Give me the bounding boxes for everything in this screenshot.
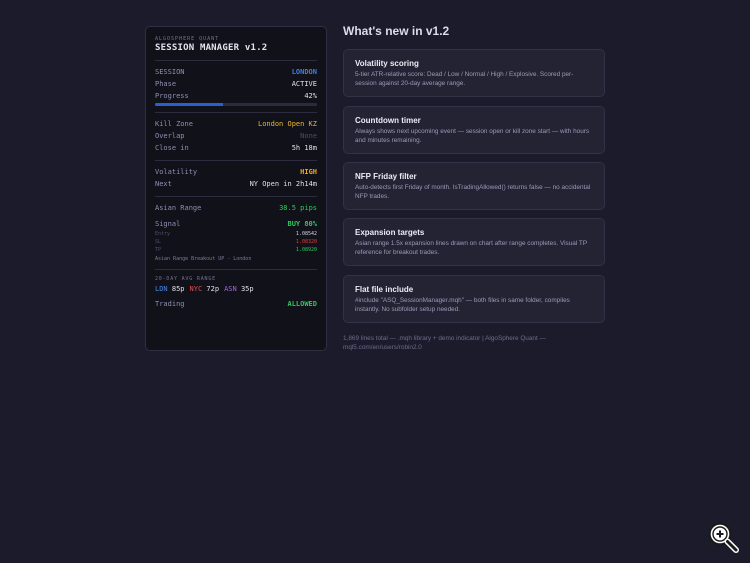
next-value: NY Open in 2h14m bbox=[249, 180, 317, 188]
divider bbox=[155, 196, 317, 197]
session-value: LONDON bbox=[291, 68, 317, 76]
feature-description: #include "ASQ_SessionManager.mqh" — both… bbox=[355, 297, 570, 313]
feature-title: NFP Friday filter bbox=[355, 172, 417, 181]
phase-value: ACTIVE bbox=[291, 80, 317, 88]
session-row: SESSION LONDON bbox=[155, 66, 317, 78]
tp-label: TP bbox=[155, 247, 162, 253]
panel-brand: ALGOSPHERE QUANT bbox=[155, 36, 220, 42]
overlap-label: Overlap bbox=[155, 132, 185, 140]
signal-value: BUY 80% bbox=[287, 220, 317, 228]
entry-row: Entry 1.08542 bbox=[155, 230, 317, 238]
progress-bar-fill bbox=[155, 103, 224, 106]
zoom-in-button[interactable] bbox=[706, 520, 740, 554]
feature-description: Always shows next upcoming event — sessi… bbox=[355, 128, 590, 144]
divider bbox=[155, 269, 317, 270]
trading-label: Trading bbox=[155, 300, 185, 308]
session-label: SESSION bbox=[155, 68, 185, 76]
feature-description: Asian range 1.5x expansion lines drawn o… bbox=[355, 240, 587, 256]
trading-row: Trading ALLOWED bbox=[155, 298, 317, 310]
session-manager-panel: ALGOSPHERE QUANT SESSION MANAGER v1.2 SE… bbox=[145, 26, 327, 351]
feature-description: Auto-detects first Friday of month. IsTr… bbox=[355, 184, 591, 200]
feature-title: Expansion targets bbox=[355, 228, 425, 237]
killzone-row: Kill Zone London Open KZ bbox=[155, 118, 317, 130]
progress-row: Progress 42% bbox=[155, 90, 317, 102]
divider bbox=[155, 160, 317, 161]
avg-tag-asn: ASN bbox=[224, 285, 237, 293]
progress-label: Progress bbox=[155, 92, 189, 100]
killzone-label: Kill Zone bbox=[155, 120, 193, 128]
avg-val-nyc: 72p bbox=[206, 285, 220, 293]
feature-card-include: Flat file include #include "ASQ_SessionM… bbox=[343, 275, 605, 323]
footer-note: 1,869 lines total — .mqh library + demo … bbox=[343, 335, 546, 351]
closein-label: Close in bbox=[155, 144, 189, 152]
feature-title: Flat file include bbox=[355, 285, 414, 294]
entry-value: 1.08542 bbox=[295, 231, 317, 237]
overlap-value: None bbox=[300, 132, 317, 140]
avg-range-newyork: NYC 72p bbox=[190, 283, 220, 295]
avg-range-london: LDN 85p bbox=[155, 283, 185, 295]
entry-label: Entry bbox=[155, 231, 171, 237]
sl-row: SL 1.08320 bbox=[155, 238, 317, 246]
panel-title: SESSION MANAGER v1.2 bbox=[155, 43, 268, 53]
feature-title: Volatility scoring bbox=[355, 59, 419, 68]
avg-tag-nyc: NYC bbox=[189, 285, 203, 293]
zoom-in-icon bbox=[708, 522, 739, 553]
avg-val-asn: 35p bbox=[240, 285, 254, 293]
signal-note: Asian Range Breakout UP - London bbox=[155, 256, 252, 262]
tp-row: TP 1.08920 bbox=[155, 246, 317, 254]
sl-label: SL bbox=[155, 239, 162, 245]
avg-range-asia: ASN 35p bbox=[224, 283, 254, 295]
progress-value: 42% bbox=[304, 92, 317, 100]
closein-row: Close in 5h 18m bbox=[155, 142, 317, 154]
sl-value: 1.08320 bbox=[295, 239, 317, 245]
volatility-row: Volatility HIGH bbox=[155, 166, 317, 178]
volatility-value: HIGH bbox=[300, 168, 317, 176]
phase-label: Phase bbox=[155, 80, 177, 88]
avg-val-ldn: 85p bbox=[171, 285, 185, 293]
avg-range-header: 20-DAY AVG RANGE bbox=[155, 276, 216, 282]
asian-range-row: Asian Range 38.5 pips bbox=[155, 202, 317, 214]
divider bbox=[155, 60, 317, 61]
avg-range-row: LDN 85p NYC 72p ASN 35p bbox=[155, 283, 317, 295]
feature-description: 5-tier ATR-relative score: Dead / Low / … bbox=[355, 71, 574, 87]
overlap-row: Overlap None bbox=[155, 130, 317, 142]
feature-title: Countdown timer bbox=[355, 116, 421, 125]
trading-value: ALLOWED bbox=[287, 300, 317, 308]
feature-card-volatility: Volatility scoring 5-tier ATR-relative s… bbox=[343, 49, 605, 97]
next-label: Next bbox=[155, 180, 172, 188]
asian-range-label: Asian Range bbox=[155, 204, 202, 212]
signal-row: Signal BUY 80% bbox=[155, 218, 317, 230]
closein-value: 5h 18m bbox=[291, 144, 317, 152]
whats-new-heading: What's new in v1.2 bbox=[343, 24, 450, 38]
killzone-value: London Open KZ bbox=[257, 120, 317, 128]
volatility-label: Volatility bbox=[155, 168, 198, 176]
tp-value: 1.08920 bbox=[295, 247, 317, 253]
feature-card-countdown: Countdown timer Always shows next upcomi… bbox=[343, 106, 605, 154]
feature-card-expansion: Expansion targets Asian range 1.5x expan… bbox=[343, 218, 605, 266]
feature-card-nfp: NFP Friday filter Auto-detects first Fri… bbox=[343, 162, 605, 210]
signal-label: Signal bbox=[155, 220, 181, 228]
asian-range-value: 38.5 pips bbox=[279, 204, 317, 212]
divider bbox=[155, 112, 317, 113]
avg-tag-ldn: LDN bbox=[155, 285, 168, 293]
next-row: Next NY Open in 2h14m bbox=[155, 178, 317, 190]
phase-row: Phase ACTIVE bbox=[155, 78, 317, 90]
progress-bar bbox=[155, 103, 317, 106]
